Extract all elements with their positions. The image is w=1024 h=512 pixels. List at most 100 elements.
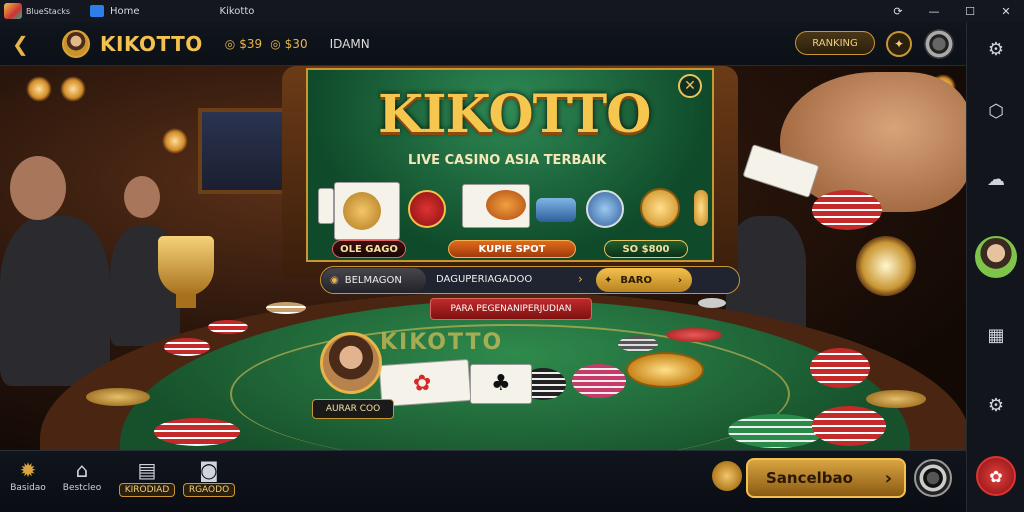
gear-icon: ✹ [19,458,37,482]
table-card: ♣ [470,364,532,404]
coin-balance: ◎ $39 ◎ $30 [225,37,308,51]
pill-three[interactable]: SO $800 [604,240,688,258]
player-avatar[interactable] [62,29,90,58]
grid-icon[interactable]: ▦ [983,322,1009,348]
playing-card-icon[interactable] [318,188,334,224]
spin-wheel-icon[interactable] [914,459,952,497]
tab-game-label: Kikotto [219,5,255,17]
settings-icon[interactable]: ⚙ [983,392,1009,418]
nav-home-label: Basidao [10,483,46,493]
sync-icon[interactable]: ⟳ [880,5,916,18]
casino-scene: KIKOTTO KIKOTTO LIVE CASINO ASIA TERBAIK… [0,66,966,450]
app-title: KIKOTTO [100,31,203,56]
action-left-label: BELMAGON [344,274,402,286]
user-name: IDAMN [329,36,370,51]
coin-balance-value: $39 [239,36,263,51]
window-titlebar: BlueStacks Home Kikotto ⟳ — ☐ ✕ [0,0,1024,22]
ranking-button[interactable]: RANKING [795,31,875,55]
nav-fourth-label: RGAODO [182,483,236,497]
promo-banner[interactable]: PARA PEGENANIPERJUDIAN [430,298,592,320]
kikotto-logo: KIKOTTO [378,84,651,145]
chip-stack [154,418,240,446]
settings-gear-icon[interactable] [924,29,954,59]
bottom-navigation: ✹ Basidao ⌂ Bestcleo ▤ KIRODIAD ◙ RGAODO… [0,450,966,512]
chip-stack [208,320,248,334]
wall-lamp-icon [162,128,188,154]
dealer-name-tag: AURAR COO [312,399,394,419]
action-right-label: BARO [620,274,652,286]
nav-third[interactable]: ▤ KIRODIAD [116,457,178,497]
patron-left [0,216,110,386]
felt-logo: KIKOTTO [380,330,504,355]
club-suit-icon: ♣ [491,371,511,396]
alert-icon[interactable]: ✿ [976,456,1016,496]
wall-lamp-icon [26,76,52,102]
chip-stack [266,302,306,314]
patron-left-head [10,156,66,220]
gem-icon: ◎ [270,36,281,51]
brass-lamp-icon [856,236,916,296]
held-chips [812,190,882,230]
trophy-cup-icon [158,236,214,296]
play-button-label: Sancelbao [766,469,853,487]
gold-coin-icon[interactable] [640,188,680,228]
app-header: ❮ KIKOTTO ◎ $39 ◎ $30 IDAMN RANKING ✦ [0,22,966,66]
star-icon: ✦ [604,274,613,286]
action-right-button[interactable]: ✦ BARO › [596,268,692,292]
close-board-icon[interactable]: ✕ [678,74,702,98]
tab-home-label: Home [110,5,140,17]
camera-icon: ◙ [199,458,219,482]
board-tagline: LIVE CASINO ASIA TERBAIK [408,153,607,168]
chip-stack [810,348,870,388]
bluestacks-logo-icon [4,3,22,19]
nav-lobby-label: Bestcleo [62,483,102,493]
tab-home[interactable]: Home [90,5,140,17]
nav-fourth[interactable]: ◙ RGAODO [180,457,238,497]
chip-stack [728,414,824,448]
play-button[interactable]: Sancelbao › [746,458,906,498]
patron-back-head [124,176,160,218]
app-window: BlueStacks Home Kikotto ⟳ — ☐ ✕ ❮ KIKOTT… [0,0,1024,512]
gold-emblem-icon [343,192,381,230]
house-icon: ⌂ [75,458,89,482]
back-arrow-icon[interactable]: ❮ [12,32,42,56]
brand-name: BlueStacks [26,6,71,16]
minimize-icon[interactable]: — [916,5,952,18]
cloud-icon[interactable]: ☁ [983,166,1009,192]
gem-balance-value: $30 [284,36,308,51]
close-window-icon[interactable]: ✕ [988,5,1024,18]
wall-painting [198,108,288,194]
nav-lobby[interactable]: ⌂ Bestcleo [54,457,110,493]
arrow-right-icon: › [884,467,892,489]
nav-third-label: KIRODIAD [118,483,176,497]
gold-chip [86,388,150,406]
pill-two[interactable]: KUPIE SPOT [448,240,576,258]
dealer-avatar[interactable] [320,332,382,394]
gold-coin-edge-icon [694,190,708,226]
chip-stack [812,406,886,446]
pill-one[interactable]: OLE GAGO [332,240,406,258]
blue-coin-icon[interactable] [586,190,624,228]
action-left-button[interactable]: ◉ BELMAGON [322,268,426,292]
heart-suit-icon: ✿ [412,370,433,397]
tab-game[interactable]: Kikotto [220,6,255,17]
red-card-icon[interactable] [408,190,446,228]
profile-avatar[interactable] [975,236,1017,278]
shape-icon[interactable]: ⬡ [983,98,1009,124]
card-icon: ▤ [137,458,157,482]
chip-stack [666,328,722,342]
trophy-icon[interactable]: ✦ [886,31,912,57]
helmet-icon [486,190,526,220]
blue-chips-icon[interactable] [536,198,576,222]
nav-home[interactable]: ✹ Basidao [0,457,56,493]
chip-stack [572,364,626,398]
chevron-right-icon[interactable]: › [578,272,583,286]
right-sidebar: ⚙ ⬡ ☁ ▦ ⚙ ✿ [966,22,1024,512]
wall-lamp-icon [60,76,86,102]
toolbox-icon[interactable]: ⚙ [983,36,1009,62]
maximize-icon[interactable]: ☐ [952,5,988,18]
chip-stack [618,336,658,352]
action-middle-label[interactable]: DAGUPERIAGADOO [436,274,532,285]
trophy-base [176,294,196,308]
coin-icon: ◎ [224,36,236,51]
